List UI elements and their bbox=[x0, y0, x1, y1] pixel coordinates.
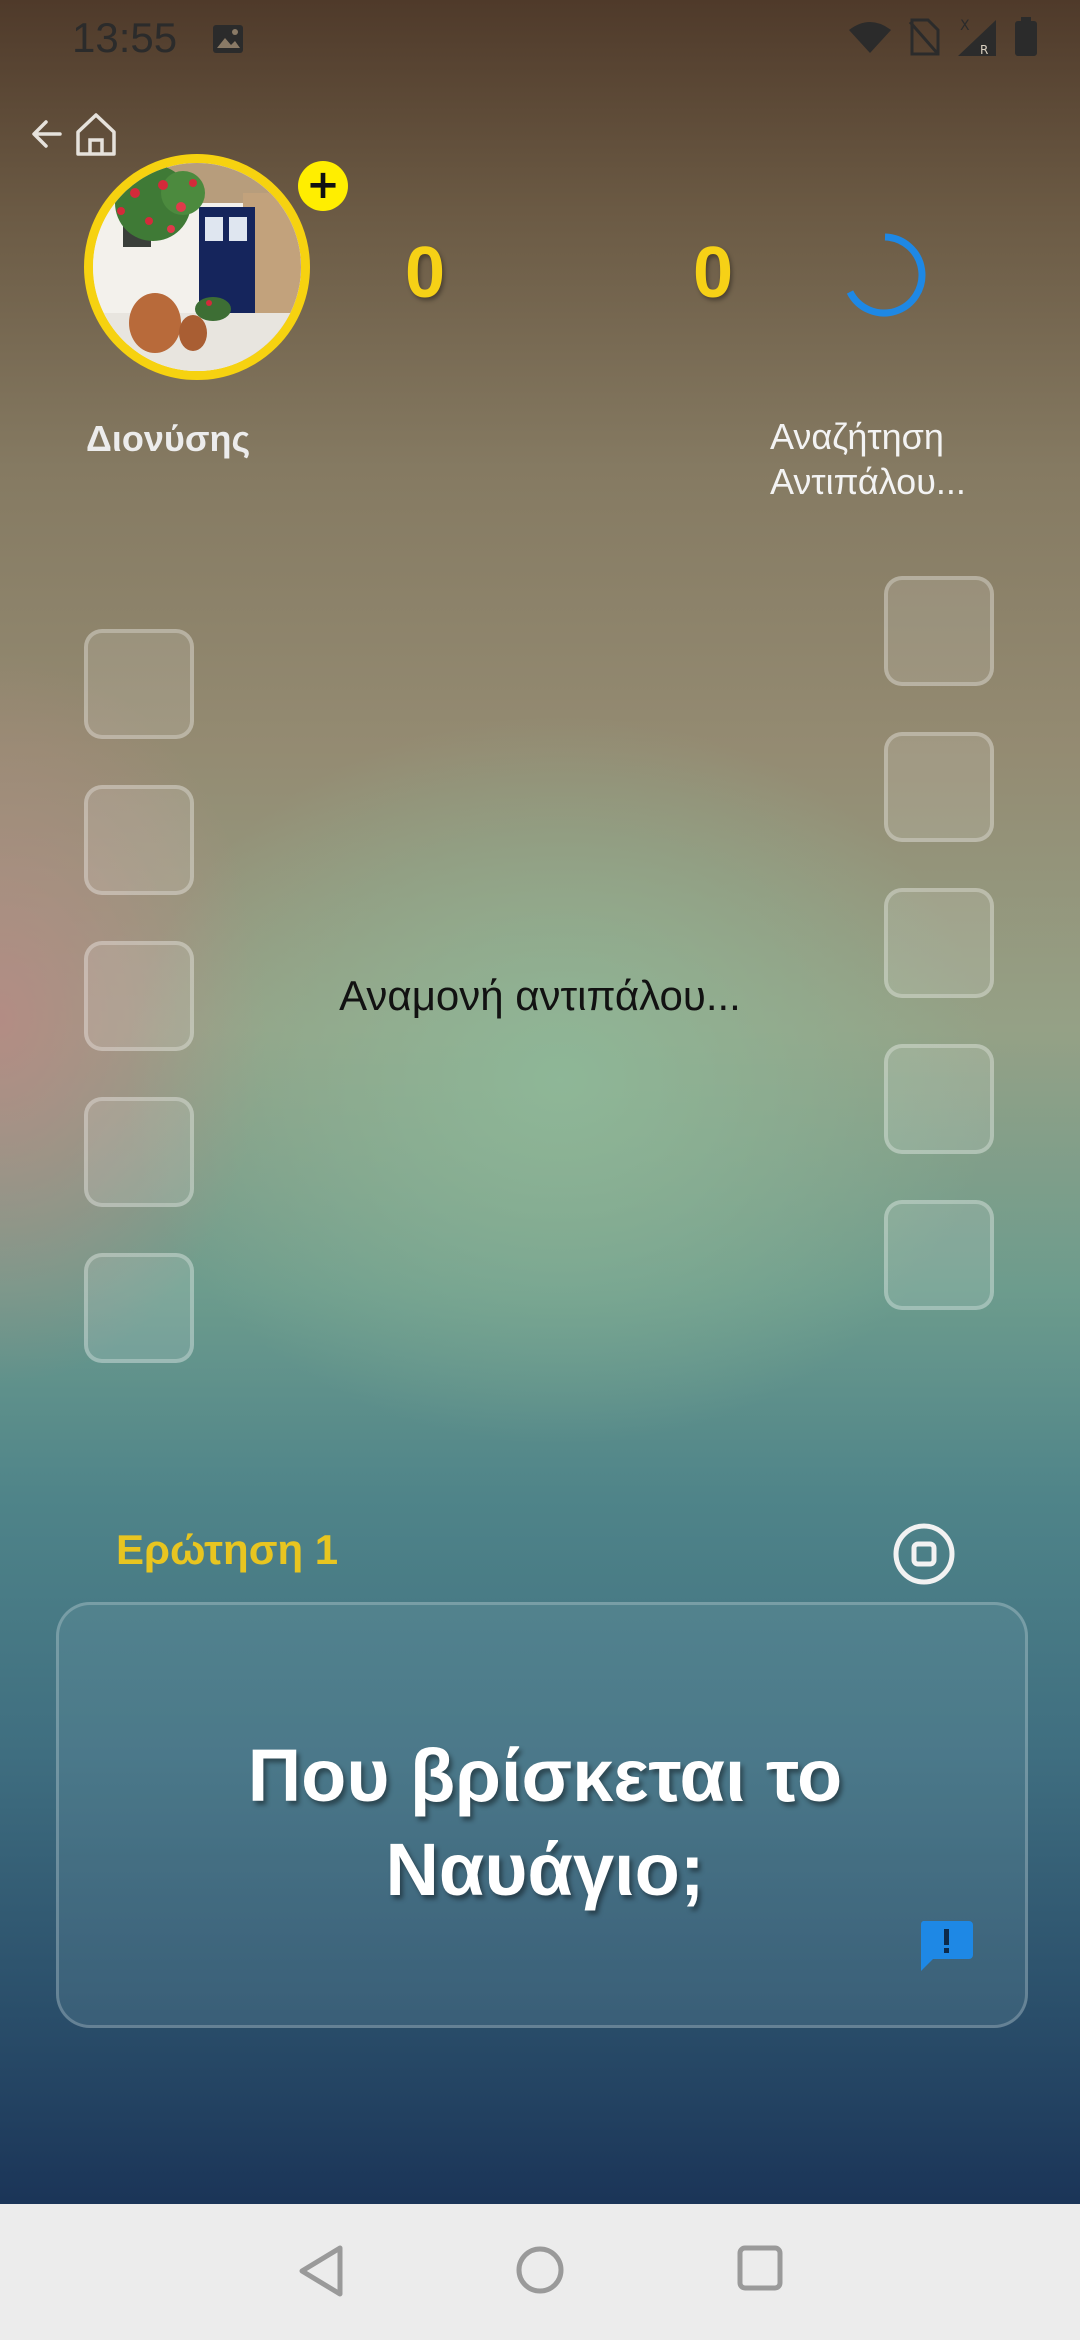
opponent-answer-slot bbox=[884, 1200, 994, 1310]
opponent-score: 0 bbox=[693, 233, 734, 313]
player-answer-slot bbox=[84, 785, 194, 895]
opponent-name-line2: Αντιπάλου... bbox=[770, 461, 966, 502]
status-bar: 13:55 X R bbox=[0, 0, 1080, 80]
question-number: Ερώτηση 1 bbox=[116, 1526, 339, 1573]
question-text: Που βρίσκεται το Ναυάγιο; bbox=[247, 1734, 843, 1911]
no-sim-icon bbox=[908, 18, 940, 56]
home-icon[interactable] bbox=[74, 110, 118, 158]
player-answer-slot bbox=[84, 1097, 194, 1207]
opponent-answer-slot bbox=[884, 576, 994, 686]
player-avatar[interactable] bbox=[84, 154, 310, 380]
gallery-icon bbox=[213, 25, 243, 53]
stop-icon[interactable] bbox=[892, 1522, 956, 1586]
report-feedback-icon[interactable] bbox=[917, 1919, 975, 1973]
player-answer-slot bbox=[84, 629, 194, 739]
add-friend-button[interactable]: + bbox=[298, 161, 348, 211]
arrow-left-icon[interactable] bbox=[30, 112, 70, 156]
player-name: Διονύσης bbox=[86, 418, 251, 459]
opponent-name: Αναζήτηση Αντιπάλου... bbox=[770, 414, 966, 504]
question-card: Που βρίσκεται το Ναυάγιο; bbox=[56, 1602, 1028, 2028]
player-score: 0 bbox=[405, 233, 446, 313]
loading-spinner-icon bbox=[846, 233, 926, 317]
svg-text:R: R bbox=[980, 43, 988, 57]
svg-text:X: X bbox=[960, 18, 970, 34]
player-answer-slot bbox=[84, 1253, 194, 1363]
triangle-back-icon[interactable] bbox=[296, 2244, 346, 2298]
opponent-answer-slot bbox=[884, 732, 994, 842]
signal-roaming-icon: X R bbox=[958, 18, 996, 57]
opponent-name-line1: Αναζήτηση bbox=[770, 416, 944, 457]
square-recents-icon[interactable] bbox=[736, 2244, 784, 2292]
circle-home-icon[interactable] bbox=[514, 2244, 566, 2296]
wifi-icon bbox=[849, 22, 891, 53]
status-time: 13:55 bbox=[72, 14, 178, 61]
opponent-answer-slot bbox=[884, 1044, 994, 1154]
system-navigation-bar bbox=[0, 2204, 1080, 2340]
waiting-message: Αναμονή αντιπάλου... bbox=[339, 972, 741, 1019]
battery-icon bbox=[1015, 17, 1037, 56]
